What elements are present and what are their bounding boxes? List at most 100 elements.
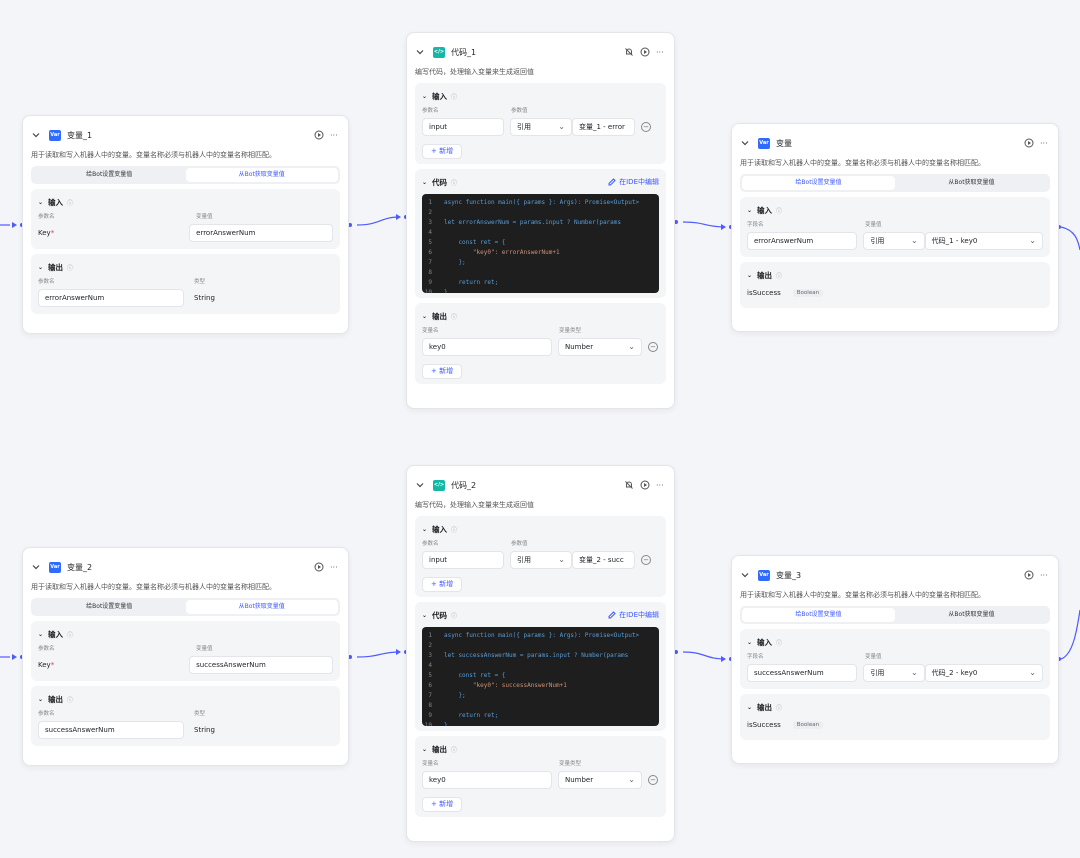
code-line[interactable]: 2 bbox=[422, 640, 659, 650]
add-input-button[interactable]: + 新增 bbox=[422, 577, 463, 592]
tab-set-variable[interactable]: 给Bot设置变量值 bbox=[33, 168, 186, 182]
code-node-1[interactable]: </> 代码_1 ··· 编写代码，处理输入变量来生成返回值 ⌄ 输入 ⓘ 参数名参… bbox=[406, 32, 675, 409]
run-icon[interactable] bbox=[1024, 138, 1034, 148]
key-value-input[interactable]: errorAnswerNum bbox=[189, 224, 333, 242]
output-name-field[interactable]: errorAnswerNum bbox=[38, 289, 184, 307]
code-line[interactable]: 4 bbox=[422, 227, 659, 237]
more-icon[interactable]: ··· bbox=[330, 562, 340, 572]
key-value-input[interactable]: successAnswerNum bbox=[189, 656, 333, 674]
tab-set-variable[interactable]: 给Bot设置变量值 bbox=[742, 176, 895, 190]
tab-get-variable[interactable]: 从Bot获取变量值 bbox=[895, 176, 1048, 190]
more-icon[interactable]: ··· bbox=[656, 480, 666, 490]
code-line[interactable]: 8 bbox=[422, 267, 659, 277]
section-collapse-icon[interactable]: ⌄ bbox=[747, 207, 752, 214]
section-collapse-icon[interactable]: ⌄ bbox=[747, 272, 752, 279]
section-collapse-icon[interactable]: ⌄ bbox=[38, 696, 43, 703]
section-collapse-icon[interactable]: ⌄ bbox=[38, 631, 43, 638]
tab-get-variable[interactable]: 从Bot获取变量值 bbox=[185, 600, 338, 614]
node-title[interactable]: 变量 bbox=[776, 138, 792, 149]
section-collapse-icon[interactable]: ⌄ bbox=[422, 612, 427, 619]
code-line[interactable]: 1 async function main({ params }: Args): … bbox=[422, 197, 659, 207]
node-title[interactable]: 变量_2 bbox=[67, 562, 92, 573]
add-output-button[interactable]: + 新增 bbox=[422, 797, 463, 812]
section-collapse-icon[interactable]: ⌄ bbox=[422, 313, 427, 320]
add-output-button[interactable]: + 新增 bbox=[422, 364, 463, 379]
param-name-input[interactable]: input bbox=[422, 118, 504, 136]
code-line[interactable]: 6 "key0": successAnswerNum+1 bbox=[422, 680, 659, 690]
variable-value-select[interactable]: 代码_1 - key0 ⌄ bbox=[924, 232, 1043, 250]
section-collapse-icon[interactable]: ⌄ bbox=[422, 93, 427, 100]
more-icon[interactable]: ··· bbox=[1040, 570, 1050, 580]
output-name-input[interactable]: key0 bbox=[422, 338, 552, 356]
code-line[interactable]: 7 }; bbox=[422, 257, 659, 267]
run-icon[interactable] bbox=[314, 562, 324, 572]
code-line[interactable]: 9 return ret; bbox=[422, 710, 659, 720]
mode-switch[interactable]: 给Bot设置变量值 从Bot获取变量值 bbox=[740, 606, 1050, 624]
code-line[interactable]: 10} bbox=[422, 287, 659, 294]
collapse-icon[interactable] bbox=[31, 561, 43, 573]
code-editor[interactable]: 1 async function main({ params }: Args): … bbox=[422, 627, 659, 726]
section-collapse-icon[interactable]: ⌄ bbox=[422, 179, 427, 186]
code-line[interactable]: 6 "key0": errorAnswerNum+1 bbox=[422, 247, 659, 257]
code-line[interactable]: 9 return ret; bbox=[422, 277, 659, 287]
variable-value-select[interactable]: 代码_2 - key0 ⌄ bbox=[924, 664, 1043, 682]
code-line[interactable]: 8 bbox=[422, 700, 659, 710]
tab-get-variable[interactable]: 从Bot获取变量值 bbox=[895, 608, 1048, 622]
tab-set-variable[interactable]: 给Bot设置变量值 bbox=[33, 600, 186, 614]
tab-set-variable[interactable]: 给Bot设置变量值 bbox=[742, 608, 895, 622]
run-icon[interactable] bbox=[314, 130, 324, 140]
collapse-icon[interactable] bbox=[415, 46, 427, 58]
node-title[interactable]: 变量_3 bbox=[776, 570, 801, 581]
edit-in-ide-button[interactable]: 在IDE中编辑 bbox=[608, 610, 659, 620]
remove-icon[interactable]: − bbox=[648, 775, 658, 785]
more-icon[interactable]: ··· bbox=[656, 47, 666, 57]
code-line[interactable]: 5 const ret = { bbox=[422, 670, 659, 680]
node-title[interactable]: 代码_2 bbox=[451, 480, 476, 491]
reference-mode-select[interactable]: 引用 ⌄ bbox=[510, 118, 572, 136]
collapse-icon[interactable] bbox=[31, 129, 43, 141]
mode-switch[interactable]: 给Bot设置变量值 从Bot获取变量值 bbox=[740, 174, 1050, 192]
field-name-input[interactable]: successAnswerNum bbox=[747, 664, 858, 682]
run-icon[interactable] bbox=[640, 47, 650, 57]
reference-mode-select[interactable]: 引用 ⌄ bbox=[863, 232, 925, 250]
code-line[interactable]: 3 let successAnswerNum = params.input ? N… bbox=[422, 650, 659, 660]
bell-off-icon[interactable] bbox=[624, 47, 634, 57]
variable-node-2[interactable]: Var 变量_2 ··· 用于读取和写入机器人中的变量。变量名称必须与机器人中的… bbox=[22, 547, 349, 766]
output-type-select[interactable]: Number ⌄ bbox=[558, 771, 642, 789]
variable-node-3[interactable]: Var 变量_3 ··· 用于读取和写入机器人中的变量。变量名称必须与机器人中的… bbox=[731, 555, 1059, 764]
node-title[interactable]: 代码_1 bbox=[451, 47, 476, 58]
run-icon[interactable] bbox=[640, 480, 650, 490]
output-name-input[interactable]: key0 bbox=[422, 771, 552, 789]
code-line[interactable]: 3 let errorAnswerNum = params.input ? Num… bbox=[422, 217, 659, 227]
code-line[interactable]: 7 }; bbox=[422, 690, 659, 700]
reference-mode-select[interactable]: 引用 ⌄ bbox=[863, 664, 925, 682]
mode-switch[interactable]: 给Bot设置变量值 从Bot获取变量值 bbox=[31, 166, 340, 184]
section-collapse-icon[interactable]: ⌄ bbox=[747, 704, 752, 711]
code-line[interactable]: 1 async function main({ params }: Args): … bbox=[422, 630, 659, 640]
add-input-button[interactable]: + 新增 bbox=[422, 144, 463, 159]
remove-icon[interactable]: − bbox=[648, 342, 658, 352]
variable-node-0[interactable]: Var 变量 ··· 用于读取和写入机器人中的变量。变量名称必须与机器人中的变量… bbox=[731, 123, 1059, 332]
code-line[interactable]: 10} bbox=[422, 720, 659, 727]
section-collapse-icon[interactable]: ⌄ bbox=[747, 639, 752, 646]
tab-get-variable[interactable]: 从Bot获取变量值 bbox=[185, 168, 338, 182]
collapse-icon[interactable] bbox=[740, 137, 752, 149]
bell-off-icon[interactable] bbox=[624, 480, 634, 490]
code-line[interactable]: 2 bbox=[422, 207, 659, 217]
edit-in-ide-button[interactable]: 在IDE中编辑 bbox=[608, 177, 659, 187]
section-collapse-icon[interactable]: ⌄ bbox=[422, 526, 427, 533]
remove-icon[interactable]: − bbox=[641, 122, 651, 132]
reference-mode-select[interactable]: 引用 ⌄ bbox=[510, 551, 572, 569]
code-editor[interactable]: 1 async function main({ params }: Args): … bbox=[422, 194, 659, 293]
section-collapse-icon[interactable]: ⌄ bbox=[38, 199, 43, 206]
variable-node-1[interactable]: Var 变量_1 ··· 用于读取和写入机器人中的变量。变量名称必须与机器人中的… bbox=[22, 115, 349, 334]
mode-switch[interactable]: 给Bot设置变量值 从Bot获取变量值 bbox=[31, 598, 340, 616]
section-collapse-icon[interactable]: ⌄ bbox=[422, 746, 427, 753]
section-collapse-icon[interactable]: ⌄ bbox=[38, 264, 43, 271]
code-line[interactable]: 4 bbox=[422, 660, 659, 670]
more-icon[interactable]: ··· bbox=[1040, 138, 1050, 148]
code-node-2[interactable]: </> 代码_2 ··· 编写代码，处理输入变量来生成返回值 ⌄ 输入 ⓘ 参数名参… bbox=[406, 465, 675, 842]
run-icon[interactable] bbox=[1024, 570, 1034, 580]
output-type-select[interactable]: Number ⌄ bbox=[558, 338, 642, 356]
output-name-field[interactable]: successAnswerNum bbox=[38, 721, 184, 739]
